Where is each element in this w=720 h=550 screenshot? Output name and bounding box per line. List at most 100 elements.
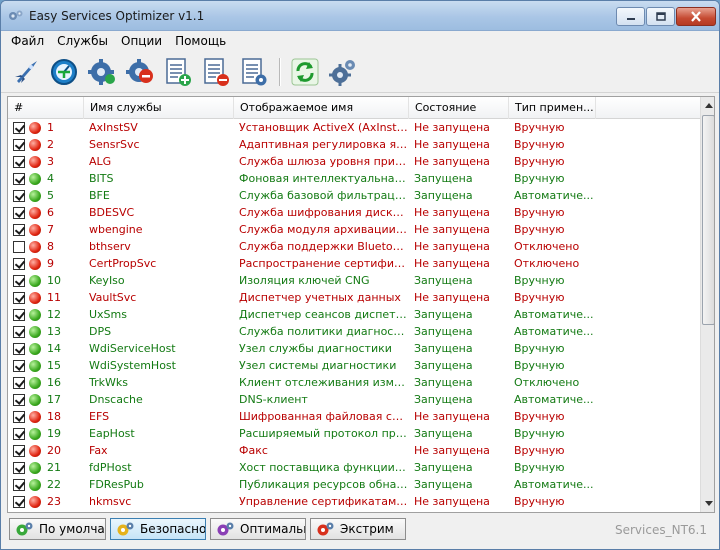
status-running-icon: [29, 393, 41, 406]
row-checkbox[interactable]: [13, 308, 25, 321]
status-stopped-icon: [29, 138, 41, 151]
menu-services[interactable]: Службы: [57, 34, 108, 48]
gear-apply-button[interactable]: [85, 54, 119, 90]
list-remove-button[interactable]: [199, 54, 233, 90]
row-checkbox[interactable]: [13, 121, 25, 134]
settings-button[interactable]: [326, 54, 360, 90]
startup-type: Вручную: [514, 223, 565, 236]
menu-help[interactable]: Помощь: [175, 34, 226, 48]
main-window: Easy Services Optimizer v1.1 Файл Службы…: [0, 0, 720, 550]
table-row[interactable]: 13 DPS Служба политики диагностики Запущена…: [8, 323, 700, 340]
row-number: 9: [47, 257, 54, 270]
speedometer-button[interactable]: [47, 54, 81, 90]
table-row[interactable]: 9 CertPropSvc Распространение сертификата Н…: [8, 255, 700, 272]
row-checkbox[interactable]: [13, 240, 25, 253]
table-row[interactable]: 15 WdiSystemHost Узел системы диагностики З…: [8, 357, 700, 374]
toolbar-separator: [279, 57, 280, 86]
column-header-service-name[interactable]: Имя службы: [84, 97, 234, 119]
table-row[interactable]: 10 KeyIso Изоляция ключей CNG Запущена Вручн…: [8, 272, 700, 289]
service-name: EapHost: [89, 427, 135, 440]
row-checkbox[interactable]: [13, 461, 25, 474]
scroll-down-button[interactable]: [701, 495, 714, 512]
row-checkbox[interactable]: [13, 359, 25, 372]
table-row[interactable]: 5 BFE Служба базовой фильтрации Запущена Авт…: [8, 187, 700, 204]
row-checkbox[interactable]: [13, 138, 25, 151]
table-row[interactable]: 8 bthserv Служба поддержки Bluetooth Не зап…: [8, 238, 700, 255]
row-checkbox[interactable]: [13, 206, 25, 219]
row-checkbox[interactable]: [13, 393, 25, 406]
row-checkbox[interactable]: [13, 427, 25, 440]
scroll-up-button[interactable]: [701, 97, 714, 114]
row-checkbox[interactable]: [13, 291, 25, 304]
column-header-state[interactable]: Состояние: [409, 97, 509, 119]
row-checkbox[interactable]: [13, 257, 25, 270]
row-checkbox[interactable]: [13, 223, 25, 236]
row-checkbox[interactable]: [13, 410, 25, 423]
row-checkbox[interactable]: [13, 325, 25, 338]
close-button[interactable]: [676, 7, 716, 26]
row-checkbox[interactable]: [13, 444, 25, 457]
column-header-display-name[interactable]: Отображаемое имя: [234, 97, 409, 119]
row-checkbox[interactable]: [13, 155, 25, 168]
status-running-icon: [29, 461, 41, 474]
service-state: Запущена: [414, 461, 473, 474]
mode-default-button[interactable]: По умолчанию: [9, 518, 106, 540]
vertical-scrollbar[interactable]: [700, 97, 714, 512]
gear-stop-button[interactable]: [123, 54, 157, 90]
column-header-startup-type[interactable]: Тип примен...: [509, 97, 596, 119]
row-number: 18: [47, 410, 61, 423]
service-name: fdPHost: [89, 461, 132, 474]
table-row[interactable]: 2 SensrSvc Адаптивная регулировка ярк... Не…: [8, 136, 700, 153]
row-number: 6: [47, 206, 54, 219]
table-row[interactable]: 14 WdiServiceHost Узел службы диагностики З…: [8, 340, 700, 357]
status-stopped-icon: [29, 223, 41, 236]
row-checkbox[interactable]: [13, 478, 25, 491]
table-row[interactable]: 20 Fax Факс Не запущена Вручную: [8, 442, 700, 459]
row-number-cell: 12: [8, 306, 84, 323]
column-header-number[interactable]: #: [8, 97, 84, 119]
table-row[interactable]: 18 EFS Шифрованная файловая сист... Не запу…: [8, 408, 700, 425]
menu-file[interactable]: Файл: [11, 34, 44, 48]
table-row[interactable]: 6 BDESVC Служба шифрования дисков ... Не за…: [8, 204, 700, 221]
service-state: Не запущена: [414, 206, 490, 219]
table-row[interactable]: 7 wbengine Служба модуля архивации на... Не…: [8, 221, 700, 238]
maximize-button[interactable]: [646, 7, 675, 26]
table-row[interactable]: 16 TrkWks Клиент отслеживания измени... Зап…: [8, 374, 700, 391]
row-checkbox[interactable]: [13, 495, 25, 508]
row-number-cell: 6: [8, 204, 84, 221]
mode-safe-button[interactable]: Безопасно: [110, 518, 206, 540]
row-checkbox[interactable]: [13, 189, 25, 202]
list-settings-button[interactable]: [237, 54, 271, 90]
service-name: VaultSvc: [89, 291, 137, 304]
refresh-button[interactable]: [288, 54, 322, 90]
table-row[interactable]: 1 AxInstSV Установщик ActiveX (AxInstSV) Не…: [8, 119, 700, 136]
table-row[interactable]: 3 ALG Служба шлюза уровня прило... Не запущ…: [8, 153, 700, 170]
row-checkbox[interactable]: [13, 342, 25, 355]
row-number: 13: [47, 325, 61, 338]
rocket-button[interactable]: [9, 54, 43, 90]
service-state: Запущена: [414, 274, 473, 287]
table-row[interactable]: 12 UxSms Диспетчер сеансов диспетче... Запу…: [8, 306, 700, 323]
table-row[interactable]: 19 EapHost Расширяемый протокол пров... Зап…: [8, 425, 700, 442]
row-number-cell: 10: [8, 272, 84, 289]
mode-extreme-button[interactable]: Экстрим: [310, 518, 406, 540]
title-bar[interactable]: Easy Services Optimizer v1.1: [1, 1, 719, 31]
services-list[interactable]: # Имя службы Отображаемое имя Состояние …: [7, 96, 715, 513]
service-name: WdiServiceHost: [89, 342, 176, 355]
minimize-button[interactable]: [616, 7, 645, 26]
table-row[interactable]: 17 Dnscache DNS-клиент Запущена Автоматиче..…: [8, 391, 700, 408]
startup-type: Вручную: [514, 427, 565, 440]
scroll-thumb[interactable]: [702, 115, 714, 325]
table-row[interactable]: 4 BITS Фоновая интеллектуальная с... Запуще…: [8, 170, 700, 187]
service-state: Не запущена: [414, 138, 490, 151]
table-row[interactable]: 22 FDResPub Публикация ресурсов обнару... З…: [8, 476, 700, 493]
table-row[interactable]: 21 fdPHost Хост поставщика функции об... За…: [8, 459, 700, 476]
row-checkbox[interactable]: [13, 274, 25, 287]
table-row[interactable]: 11 VaultSvc Диспетчер учетных данных Не зап…: [8, 289, 700, 306]
row-checkbox[interactable]: [13, 172, 25, 185]
menu-options[interactable]: Опции: [121, 34, 162, 48]
table-row[interactable]: 23 hkmsvc Управление сертификатами ... Не з…: [8, 493, 700, 510]
list-add-button[interactable]: [161, 54, 195, 90]
row-checkbox[interactable]: [13, 376, 25, 389]
mode-optimal-button[interactable]: Оптимально: [210, 518, 306, 540]
